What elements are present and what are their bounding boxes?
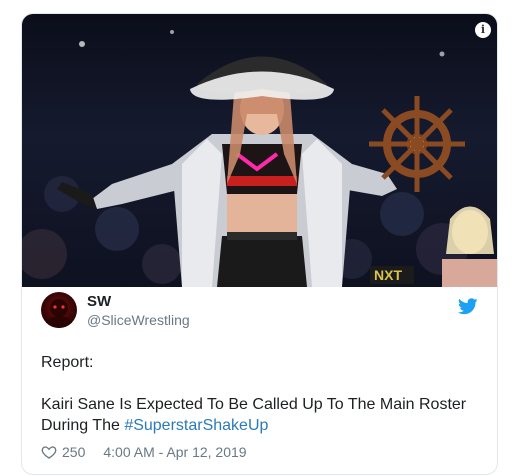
- info-icon[interactable]: i: [475, 22, 491, 38]
- hashtag-link[interactable]: #SuperstarShakeUp: [124, 417, 268, 434]
- author-display-name[interactable]: SW: [87, 293, 111, 310]
- embedded-tweet-card: NXT i SW @SliceWrestling Report: Kairi S…: [21, 13, 498, 475]
- like-count[interactable]: 250: [62, 444, 85, 460]
- avatar[interactable]: [41, 292, 77, 328]
- tweet-author: SW @SliceWrestling: [41, 292, 478, 332]
- tweet-line-3: During The #SuperstarShakeUp: [41, 415, 481, 436]
- author-handle[interactable]: @SliceWrestling: [87, 312, 190, 328]
- svg-text:NXT: NXT: [374, 267, 402, 283]
- tweet-timestamp[interactable]: 4:00 AM - Apr 12, 2019: [103, 444, 246, 460]
- tweet-photo[interactable]: NXT i: [22, 14, 497, 287]
- tweet-line-3-prefix: During The: [41, 417, 125, 434]
- tweet-text: Report: Kairi Sane Is Expected To Be Cal…: [41, 352, 481, 436]
- avatar-image: [45, 299, 73, 328]
- tweet-footer: 250 4:00 AM - Apr 12, 2019: [41, 442, 247, 462]
- wrestler-photo: NXT: [22, 30, 497, 287]
- tweet-line-2: Kairi Sane Is Expected To Be Called Up T…: [41, 396, 467, 413]
- tweet-line-1: Report:: [41, 354, 94, 371]
- heart-icon[interactable]: [41, 444, 57, 460]
- twitter-bird-icon[interactable]: [458, 298, 478, 315]
